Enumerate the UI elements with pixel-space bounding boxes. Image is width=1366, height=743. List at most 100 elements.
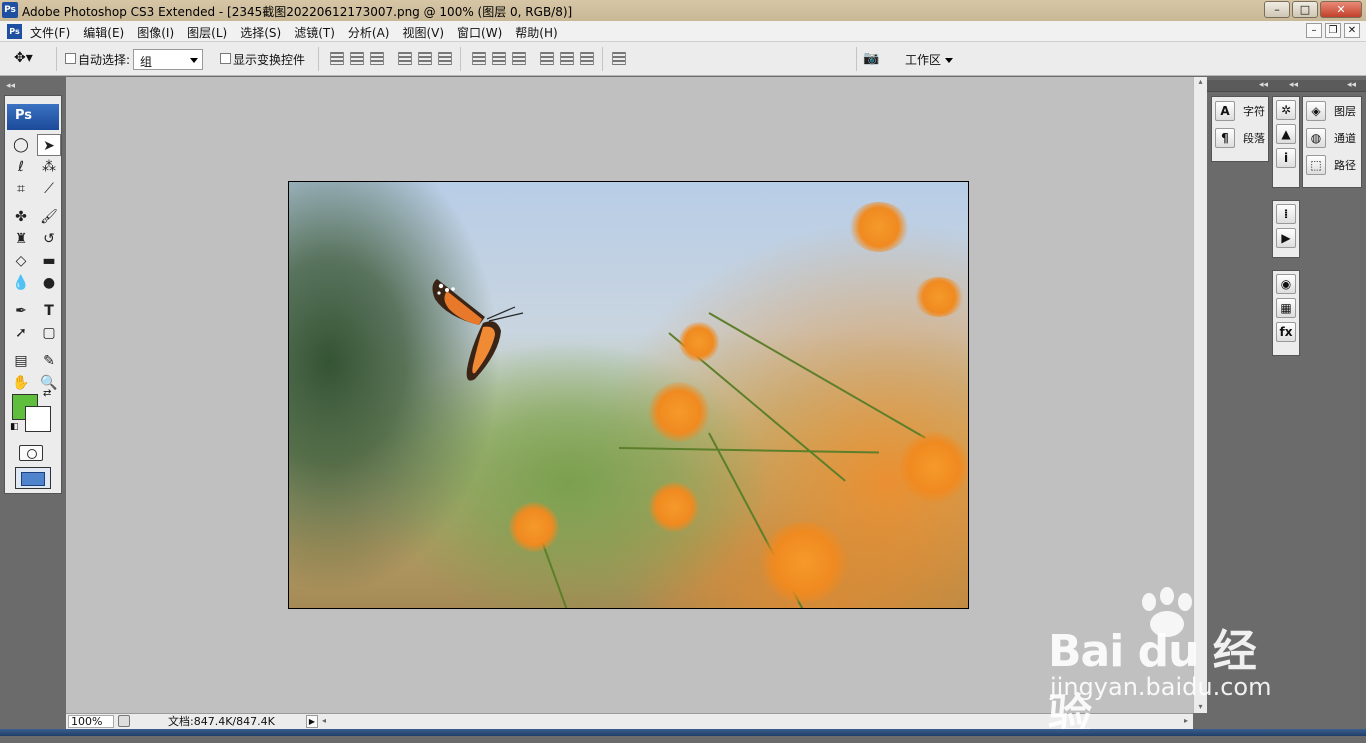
doc-close-button[interactable]: ✕ — [1344, 23, 1360, 38]
separator — [56, 47, 57, 71]
brush-tool-icon[interactable]: 🖌 — [37, 206, 61, 228]
align-vcenter-icon[interactable] — [350, 52, 364, 65]
dock-header: ◂◂ ◂◂ ◂◂ — [1207, 80, 1366, 92]
align-hcenter-icon[interactable] — [418, 52, 432, 65]
dodge-tool-icon[interactable]: ● — [37, 272, 61, 294]
workspace-label: 工作区 — [905, 53, 942, 67]
panel-tab-channels[interactable]: ◍ 通道 — [1303, 124, 1361, 151]
brushes-icon[interactable]: ⁞ — [1276, 204, 1296, 224]
panel-tab-paragraph[interactable]: ¶ 段落 — [1212, 124, 1268, 151]
gradient-tool-icon[interactable]: ▬ — [37, 250, 61, 272]
window-title: Adobe Photoshop CS3 Extended - [2345截图20… — [22, 5, 573, 19]
background-color-swatch[interactable] — [25, 406, 51, 432]
panel-tab-character[interactable]: A 字符 — [1212, 97, 1268, 124]
character-paragraph-panel: A 字符 ¶ 段落 — [1211, 96, 1269, 162]
eyedropper-tool-icon[interactable]: ✎ — [37, 350, 61, 372]
panel-label: 通道 — [1334, 131, 1356, 145]
distribute-top-icon[interactable] — [472, 52, 486, 65]
menu-help[interactable]: 帮助(H) — [515, 24, 557, 41]
document-image[interactable] — [288, 181, 969, 609]
menu-window[interactable]: 窗口(W) — [457, 24, 502, 41]
collapse-arrows-icon[interactable]: ◂◂ — [6, 81, 15, 91]
distribute-right-icon[interactable] — [580, 52, 594, 65]
notes-tool-icon[interactable]: ▤ — [9, 350, 33, 372]
swap-colors-icon[interactable]: ⇄ — [43, 388, 51, 399]
separator — [856, 47, 857, 71]
panel-strip-1: ✲ ▲ i — [1272, 96, 1300, 188]
align-top-icon[interactable] — [330, 52, 344, 65]
status-menu-arrow-icon[interactable]: ▶ — [306, 715, 318, 728]
type-tool-icon[interactable]: T — [37, 300, 61, 322]
styles-fx-icon[interactable]: fx — [1276, 322, 1296, 342]
menu-file[interactable]: 文件(F) — [30, 24, 70, 41]
hand-tool-icon[interactable]: ✋ — [9, 372, 33, 394]
blur-tool-icon[interactable]: 💧 — [9, 272, 33, 294]
slice-tool-icon[interactable]: ⟋ — [37, 178, 61, 200]
orange-flower — [679, 322, 719, 362]
pen-tool-icon[interactable]: ✒ — [9, 300, 33, 322]
histogram-icon[interactable]: ▲ — [1276, 124, 1296, 144]
swatches-icon[interactable]: ◉ — [1276, 274, 1296, 294]
actions-icon[interactable]: ▶ — [1276, 228, 1296, 248]
eraser-tool-icon[interactable]: ◇ — [9, 250, 33, 272]
shape-tool-icon[interactable]: ▢ — [37, 322, 61, 344]
move-tool-icon[interactable]: ✥▾ — [14, 50, 50, 68]
distribute-vcenter-icon[interactable] — [492, 52, 506, 65]
panel-tab-paths[interactable]: ⬚ 路径 — [1303, 151, 1361, 178]
minimize-button[interactable]: – — [1264, 1, 1290, 18]
collapse-arrows-icon[interactable]: ◂◂ — [1289, 80, 1298, 90]
distribute-hcenter-icon[interactable] — [560, 52, 574, 65]
menu-layer[interactable]: 图层(L) — [187, 24, 227, 41]
path-selection-tool-icon[interactable]: ➚ — [9, 322, 33, 344]
lasso-tool-icon[interactable]: ℓ — [9, 156, 33, 178]
default-colors-icon[interactable]: ◧ — [10, 422, 19, 432]
quick-mask-button[interactable] — [19, 445, 43, 461]
panel-tab-layers[interactable]: ◈ 图层 — [1303, 97, 1361, 124]
crop-tool-icon[interactable]: ⌗ — [9, 178, 33, 200]
screen-mode-button[interactable] — [15, 467, 51, 489]
menu-filter[interactable]: 滤镜(T) — [294, 24, 335, 41]
align-right-icon[interactable] — [438, 52, 452, 65]
paths-icon: ⬚ — [1306, 154, 1326, 175]
clone-stamp-tool-icon[interactable]: ♜ — [9, 228, 33, 250]
menu-analysis[interactable]: 分析(A) — [348, 24, 390, 41]
move-tool-button-icon[interactable]: ➤ — [37, 134, 61, 156]
menu-view[interactable]: 视图(V) — [402, 24, 444, 41]
panel-label: 字符 — [1243, 104, 1265, 118]
info-icon[interactable]: i — [1276, 148, 1296, 168]
orange-flower — [759, 522, 849, 602]
maximize-button[interactable]: □ — [1292, 1, 1318, 18]
align-bottom-icon[interactable] — [370, 52, 384, 65]
close-button[interactable]: ✕ — [1320, 1, 1362, 18]
ps-menu-icon[interactable]: Ps — [7, 24, 22, 39]
menu-image[interactable]: 图像(I) — [137, 24, 174, 41]
layers-channels-paths-panel: ◈ 图层 ◍ 通道 ⬚ 路径 — [1302, 96, 1362, 188]
collapse-arrows-icon[interactable]: ◂◂ — [1347, 80, 1356, 90]
show-transform-checkbox[interactable] — [220, 53, 231, 64]
healing-brush-tool-icon[interactable]: ✤ — [9, 206, 33, 228]
toolbox: Ps ◯ ➤ ℓ ⁂ ⌗ ⟋ ✤ 🖌 ♜ ↺ ◇ ▬ 💧 ● ✒ T ➚ ▢ ▤… — [4, 95, 62, 494]
distribute-left-icon[interactable] — [540, 52, 554, 65]
doc-minimize-button[interactable]: – — [1306, 23, 1322, 38]
doc-restore-button[interactable]: ❐ — [1325, 23, 1341, 38]
align-left-icon[interactable] — [398, 52, 412, 65]
auto-select-dropdown[interactable]: 组 — [133, 49, 203, 70]
menu-select[interactable]: 选择(S) — [240, 24, 281, 41]
bridge-camera-icon[interactable]: 📷 — [863, 51, 885, 67]
magic-wand-tool-icon[interactable]: ⁂ — [37, 156, 61, 178]
status-bar: 100% 文档:847.4K/847.4K ▶ ◂ ▸ — [66, 713, 1193, 729]
zoom-level-field[interactable]: 100% — [68, 715, 114, 728]
distribute-bottom-icon[interactable] — [512, 52, 526, 65]
auto-select-checkbox[interactable] — [65, 53, 76, 64]
collapse-arrows-icon[interactable]: ◂◂ — [1259, 80, 1268, 90]
menu-items: 文件(F) 编辑(E) 图像(I) 图层(L) 选择(S) 滤镜(T) 分析(A… — [30, 24, 558, 41]
status-icon[interactable] — [118, 715, 130, 727]
photoshop-app-icon: Ps — [2, 2, 18, 18]
grid-icon[interactable]: ▦ — [1276, 298, 1296, 318]
workspace-menu[interactable]: 工作区 — [905, 51, 954, 68]
navigator-icon[interactable]: ✲ — [1276, 100, 1296, 120]
auto-align-layers-icon[interactable] — [612, 52, 626, 65]
history-brush-tool-icon[interactable]: ↺ — [37, 228, 61, 250]
menu-edit[interactable]: 编辑(E) — [83, 24, 124, 41]
marquee-tool-icon[interactable]: ◯ — [9, 134, 33, 156]
